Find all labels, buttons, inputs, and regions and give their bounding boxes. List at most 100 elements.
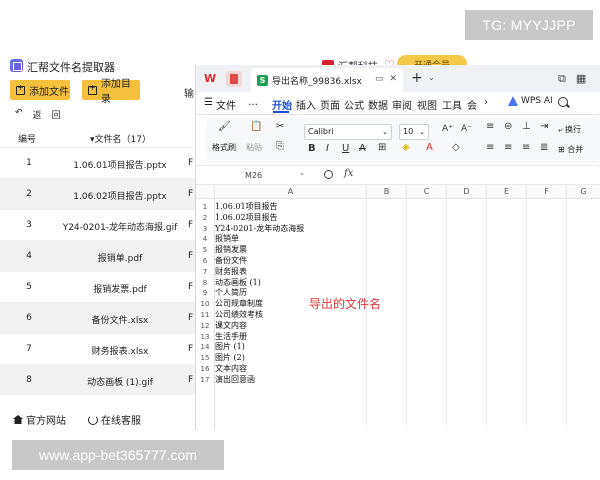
increase-font-icon[interactable]: A⁺ <box>442 124 453 134</box>
row-header[interactable]: 14 <box>196 342 214 353</box>
font-size-select[interactable]: 10 ⌄ <box>399 124 429 140</box>
row-header[interactable]: 12 <box>196 321 214 332</box>
cell-a[interactable]: 生活手册 <box>215 332 247 343</box>
font-family-select[interactable]: Calibri ⌄ <box>304 124 392 140</box>
menu-start[interactable]: 开始 <box>272 97 292 112</box>
column-header-a[interactable]: A <box>215 185 367 199</box>
table-row[interactable]: 4 报销单.pdf F <box>0 240 195 271</box>
menu-formula[interactable]: 公式 <box>344 97 364 112</box>
decrease-font-icon[interactable]: A⁻ <box>461 124 472 134</box>
row-header[interactable]: 10 <box>196 299 214 310</box>
row-header[interactable]: 9 <box>196 288 214 299</box>
cut-icon[interactable]: ✂ <box>276 121 284 132</box>
online-service-link[interactable]: 在线客服 <box>88 412 141 427</box>
row-header[interactable]: 17 <box>196 375 214 386</box>
column-header-c[interactable]: C <box>407 185 447 199</box>
table-row[interactable]: 6 备份文件.xlsx F <box>0 302 195 333</box>
cell-a[interactable]: 个人简历 <box>215 288 247 299</box>
table-row[interactable]: 3 Y24-0201-龙年动态海报.gif F <box>0 209 195 240</box>
restore-window-icon[interactable]: ⧉ <box>558 72 566 86</box>
zoom-icon[interactable] <box>324 170 333 179</box>
align-middle-icon[interactable]: ⊜ <box>504 121 512 132</box>
wrap-text-button[interactable]: ⤶ 换行 <box>558 124 581 135</box>
menu-tools[interactable]: 工具 <box>442 97 462 112</box>
row-header[interactable]: 5 <box>196 245 214 256</box>
menu-file[interactable]: 文件 <box>216 97 236 112</box>
cell-a[interactable]: 动态画板 (1) <box>215 278 261 289</box>
wps-ai-button[interactable]: WPS AI <box>508 96 553 106</box>
row-header[interactable]: 8 <box>196 278 214 289</box>
column-header-b[interactable]: B <box>367 185 407 199</box>
indent-icon[interactable]: ⇥ <box>540 121 548 132</box>
cell-a[interactable]: 公司规章制度 <box>215 299 263 310</box>
merge-cells-button[interactable]: ⊞ 合并 <box>558 144 583 155</box>
column-header-e[interactable]: E <box>487 185 527 199</box>
table-row[interactable]: 7 财务报表.xlsx F <box>0 333 195 364</box>
menu-data[interactable]: 数据 <box>368 97 388 112</box>
column-header-g[interactable]: G <box>567 185 600 199</box>
bold-icon[interactable]: B <box>308 143 316 154</box>
table-row[interactable]: 8 动态画板 (1).gif F <box>0 364 195 395</box>
table-row[interactable]: 2 1.06.02项目报告.pptx F <box>0 178 195 209</box>
cell-a[interactable]: 演出回意函 <box>215 375 255 386</box>
new-tab-icon[interactable]: + <box>411 70 423 86</box>
row-header[interactable]: 7 <box>196 267 214 278</box>
cell-a[interactable]: 1.06.01项目报告 <box>215 202 278 213</box>
cell-a[interactable]: 财务报表 <box>215 267 247 278</box>
row-header[interactable]: 1 <box>196 202 214 213</box>
align-top-icon[interactable]: ≡ <box>486 121 494 132</box>
menu-hamburger-icon[interactable]: ☰ <box>204 97 213 108</box>
underline-icon[interactable]: U <box>342 143 349 154</box>
pdf-doc-icon[interactable] <box>226 71 242 87</box>
menu-more[interactable]: … <box>248 97 258 108</box>
wps-home-icon[interactable]: W <box>204 72 218 85</box>
format-painter-label[interactable]: 格式刷 <box>212 142 236 153</box>
align-left-icon[interactable]: ≡ <box>486 142 494 153</box>
strikethrough-icon[interactable]: A <box>359 143 366 154</box>
font-color-icon[interactable]: A <box>426 142 433 153</box>
menu-scroll-icon[interactable]: › <box>484 97 488 108</box>
copy-icon[interactable]: ⎘ <box>276 141 284 152</box>
tab-document[interactable]: S 导出名称_99836.xlsx ▭ ✕ <box>251 68 403 92</box>
format-painter-icon[interactable]: 🖌 <box>218 121 231 132</box>
border-icon[interactable]: ⊞ <box>378 142 386 153</box>
italic-icon[interactable]: I <box>326 143 329 154</box>
fx-icon[interactable]: fx <box>344 168 353 179</box>
cell-a[interactable]: Y24-0201-龙年动态海报 <box>215 224 304 235</box>
paste-icon[interactable]: 📋 <box>250 121 262 132</box>
cell-a[interactable]: 图片 (2) <box>215 353 245 364</box>
menu-review[interactable]: 审阅 <box>392 97 412 112</box>
close-tab-icon[interactable]: ✕ <box>389 74 397 84</box>
align-center-icon[interactable]: ≡ <box>504 142 512 153</box>
toolbar-truncated-item[interactable]: 输 <box>184 85 194 100</box>
table-row[interactable]: 5 报销发票.pdf F <box>0 271 195 302</box>
cell-a[interactable]: 课文内容 <box>215 321 247 332</box>
column-header-filename[interactable]: ▾文件名（17） <box>90 132 151 145</box>
grid-view-icon[interactable]: ▦ <box>576 72 586 86</box>
back-row[interactable]: ↶ 返 回 <box>15 108 61 121</box>
cell-a[interactable]: 图片 (1) <box>215 342 245 353</box>
cell-a[interactable]: 报销单 <box>215 234 239 245</box>
cell-a[interactable]: 备份文件 <box>215 256 247 267</box>
menu-insert[interactable]: 插入 <box>296 97 316 112</box>
column-header-number[interactable]: 编号 <box>18 132 36 145</box>
column-header-f[interactable]: F <box>527 185 567 199</box>
cell-a[interactable]: 报销发票 <box>215 245 247 256</box>
chevron-down-icon[interactable]: ⌄ <box>299 169 305 177</box>
row-header[interactable]: 11 <box>196 310 214 321</box>
row-header[interactable]: 6 <box>196 256 214 267</box>
justify-icon[interactable]: ≣ <box>540 142 548 153</box>
search-icon[interactable] <box>558 97 568 107</box>
menu-page[interactable]: 页面 <box>320 97 340 112</box>
sheet-grid[interactable]: A B C D E F G 1 1.06.01项目报告 2 1.06.02项目报告 3 Y… <box>196 185 600 430</box>
table-row[interactable]: 1 1.06.01项目报告.pptx F <box>0 147 195 178</box>
cell-a[interactable]: 1.06.02项目报告 <box>215 213 278 224</box>
paste-label[interactable]: 粘贴 <box>246 142 262 153</box>
monitor-icon[interactable]: ▭ <box>375 74 384 84</box>
row-header[interactable]: 15 <box>196 353 214 364</box>
select-all-corner[interactable] <box>196 185 215 199</box>
add-directory-button[interactable]: 添加目录 <box>82 79 140 105</box>
align-right-icon[interactable]: ≡ <box>522 142 530 153</box>
official-website-link[interactable]: 官方网站 <box>13 412 66 427</box>
row-header[interactable]: 2 <box>196 213 214 224</box>
